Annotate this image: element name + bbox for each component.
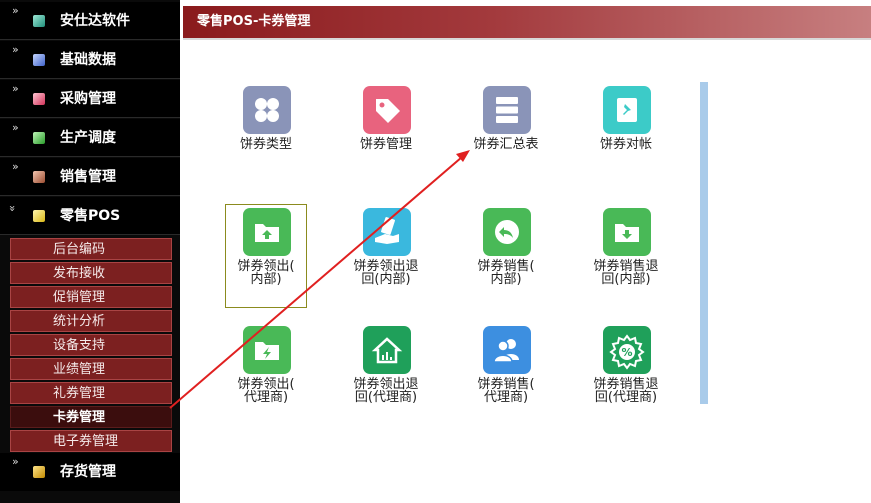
collapse-chevron-icon: » [5,205,19,210]
blue-cube-icon [33,54,45,66]
submenu-item-statistics[interactable]: 统计分析 [10,310,172,332]
submenu-item-label: 后台编码 [53,242,106,257]
sidebar-group-label: 零售POS [60,208,121,224]
expand-chevron-icon: » [12,43,19,56]
submenu-item-label: 礼券管理 [53,386,106,401]
tile-voucher-management[interactable]: 饼券管理 [326,86,446,186]
expand-chevron-icon: » [12,82,19,95]
submenu-item-gift-voucher[interactable]: 礼券管理 [10,382,172,404]
submenu-item-promotion[interactable]: 促销管理 [10,286,172,308]
tile-voucher-sale-return-agent[interactable]: % 饼券销售退 回(代理商) [566,326,686,426]
tile-voucher-sale-return-internal[interactable]: 饼券销售退 回(内部) [566,208,686,308]
submenu-item-label: 业绩管理 [53,362,106,377]
pink-cube-icon [33,93,45,105]
price-tag-icon [363,86,411,134]
tile-label: 饼券类型 [239,137,292,152]
submenu-item-label: 卡券管理 [53,410,106,425]
tile-label: 饼券领出退 回(代理商) [353,377,419,405]
undo-arrow-icon [483,208,531,256]
sidebar-group-sales[interactable]: » 销售管理 [0,158,180,196]
green-cube-icon [33,132,45,144]
tile-label: 饼券管理 [359,137,412,152]
sidebar-group-label: 生产调度 [60,130,116,146]
submenu-item-e-voucher[interactable]: 电子券管理 [10,430,172,452]
submenu-item-label: 电子券管理 [53,434,119,449]
sidebar-group-label: 基础数据 [60,52,116,68]
percent-badge-icon: % [603,326,651,374]
teal-cube-icon [33,15,45,27]
app-window: » 安仕达软件 » 基础数据 » 采购管理 » 生产调度 » 销售管理 » 零售… [0,0,871,503]
tile-label: 饼券销售退 回(代理商) [593,377,659,405]
submenu-item-publish-receive[interactable]: 发布接收 [10,262,172,284]
ticket-hand-icon [363,208,411,256]
sidebar-group-label: 存货管理 [60,464,116,480]
yellow-cube-icon [33,210,45,222]
submenu-item-label: 设备支持 [53,338,106,353]
tile-label: 饼券领出(内部) [237,259,295,287]
header-divider [183,38,871,40]
gold-cube-icon [33,466,45,478]
sidebar-group-production[interactable]: » 生产调度 [0,119,180,157]
folder-download-icon [603,208,651,256]
expand-chevron-icon: » [12,121,19,134]
page-header: 零售POS-卡券管理 [183,6,871,38]
tile-label: 饼券销售(代理商) [477,377,535,405]
sidebar-group-retail-pos[interactable]: » 零售POS [0,197,180,235]
tile-voucher-sale-agent[interactable]: 饼券销售(代理商) [446,326,566,426]
tile-voucher-issue-return-agent[interactable]: 饼券领出退 回(代理商) [326,326,446,426]
pin-note-icon [603,86,651,134]
tile-label: 饼券销售退 回(内部) [593,259,659,287]
expand-chevron-icon: » [12,160,19,173]
submenu-item-card-voucher[interactable]: 卡券管理 [10,406,172,428]
tile-label: 饼券对帐 [599,137,652,152]
tile-label: 饼券汇总表 [473,137,539,152]
tile-voucher-issue-internal[interactable]: 饼券领出(内部) [206,208,326,308]
tile-voucher-issue-return-internal[interactable]: 饼券领出退 回(内部) [326,208,446,308]
sidebar-group-basic-data[interactable]: » 基础数据 [0,41,180,79]
tile-voucher-summary[interactable]: 饼券汇总表 [446,86,566,186]
four-petal-grid-icon [243,86,291,134]
tile-voucher-type[interactable]: 饼券类型 [206,86,326,186]
submenu-item-performance[interactable]: 业绩管理 [10,358,172,380]
vertical-scrollbar[interactable] [700,82,708,404]
house-chart-icon [363,326,411,374]
tile-label: 饼券领出(代理商) [237,377,295,405]
tile-voucher-sale-internal[interactable]: 饼券销售(内部) [446,208,566,308]
server-list-icon [483,86,531,134]
sidebar-group-label: 销售管理 [60,169,116,185]
submenu-item-label: 促销管理 [53,290,106,305]
sidebar-group-purchasing[interactable]: » 采购管理 [0,80,180,118]
tile-voucher-reconcile[interactable]: 饼券对帐 [566,86,686,186]
tile-label: 饼券领出退 回(内部) [353,259,419,287]
sidebar: » 安仕达软件 » 基础数据 » 采购管理 » 生产调度 » 销售管理 » 零售… [0,0,180,503]
tile-label: 饼券销售(内部) [477,259,535,287]
expand-chevron-icon: » [12,4,19,17]
brown-cube-icon [33,171,45,183]
sidebar-group-label: 采购管理 [60,91,116,107]
expand-chevron-icon: » [12,455,19,468]
folder-upload-icon [243,208,291,256]
sidebar-group-label: 安仕达软件 [60,13,130,29]
tile-voucher-issue-agent[interactable]: 饼券领出(代理商) [206,326,326,426]
sidebar-group-inventory[interactable]: » 存货管理 [0,453,180,491]
svg-text:%: % [621,346,632,359]
submenu-item-label: 统计分析 [53,314,106,329]
submenu-item-backend-coding[interactable]: 后台编码 [10,238,172,260]
page-title: 零售POS-卡券管理 [197,14,311,29]
submenu-item-label: 发布接收 [53,266,106,281]
folder-lightning-icon [243,326,291,374]
sidebar-group-anshida[interactable]: » 安仕达软件 [0,2,180,40]
submenu-item-device-support[interactable]: 设备支持 [10,334,172,356]
users-icon [483,326,531,374]
